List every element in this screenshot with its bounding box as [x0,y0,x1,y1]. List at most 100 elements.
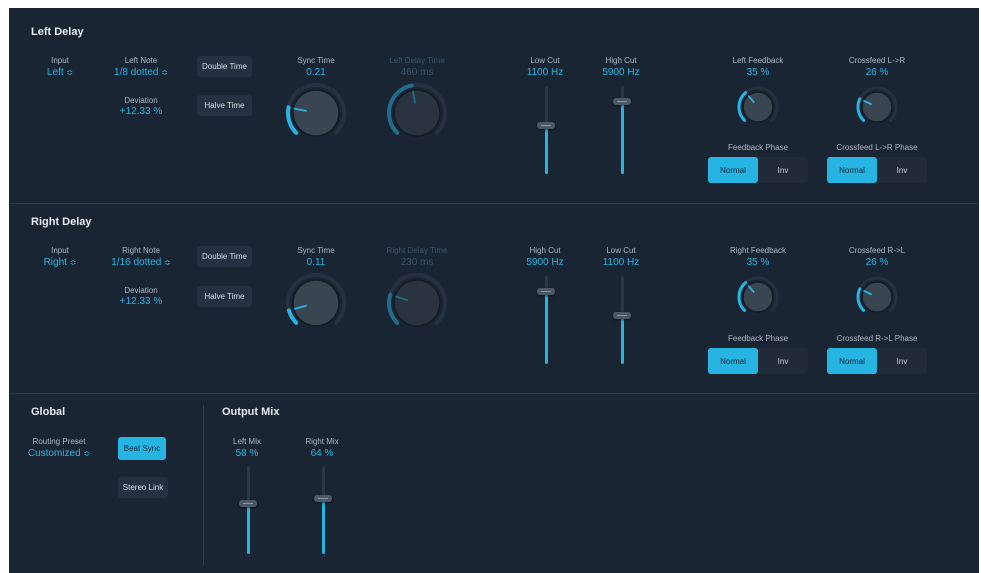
right-sync-time-knob[interactable] [284,271,348,335]
left-halve-time-button[interactable]: Halve Time [197,95,252,116]
crossfeed-lr-phase-label: Crossfeed L->R Phase [836,143,918,152]
updown-caret-icon: ≎ [161,68,168,77]
left-low-cut-slider[interactable] [536,86,556,174]
left-input-label: Input [51,56,69,65]
left-note-value: 1/8 dotted [114,67,159,78]
left-input-value: Left [46,67,64,78]
slider-fill [544,125,548,174]
crossfeed-lr-knob[interactable] [854,84,900,130]
right-high-cut-value: 5900 Hz [526,257,564,268]
global-title: Global [31,406,66,418]
left-delay-time-label: Left Delay Time [389,56,445,65]
left-input-select[interactable]: Left ≎ [47,67,73,78]
section-divider [9,393,979,394]
right-mix-slider[interactable] [313,466,333,554]
right-high-cut-label: High Cut [529,246,561,255]
left-mix-label: Left Mix [232,437,262,446]
right-delay-time-knob[interactable] [385,271,449,335]
crossfeed-lr-phase-inv[interactable]: Inv [877,157,927,183]
beat-sync-button[interactable]: Beat Sync [118,437,166,460]
left-feedback-phase-inv[interactable]: Inv [758,157,808,183]
slider-fill [620,101,624,174]
slider-thumb[interactable] [537,288,555,295]
left-feedback-value: 35 % [746,67,770,78]
knob-body [292,279,340,327]
crossfeed-lr-phase-normal[interactable]: Normal [827,157,877,183]
stereo-link-button[interactable]: Stereo Link [118,477,168,498]
right-feedback-phase-switch[interactable]: Normal Inv [708,348,808,374]
slider-thumb[interactable] [239,499,257,507]
left-high-cut-slider[interactable] [612,86,632,174]
crossfeed-rl-value: 26 % [865,257,889,268]
knob-body [742,281,774,313]
crossfeed-rl-knob[interactable] [854,274,900,320]
knob-body [742,91,774,123]
knob-body [861,91,893,123]
slider-fill [620,315,624,364]
right-feedback-phase-normal[interactable]: Normal [708,348,758,374]
right-mix-value: 64 % [310,448,334,459]
right-delay-time-label: Right Delay Time [386,246,448,255]
left-feedback-knob[interactable] [735,84,781,130]
right-low-cut-label: Low Cut [606,246,636,255]
right-sync-time-value: 0.11 [306,257,326,268]
right-high-cut-slider[interactable] [536,276,556,364]
left-mix-value: 58 % [235,448,259,459]
right-input-value: Right [43,257,67,268]
right-low-cut-slider[interactable] [612,276,632,364]
crossfeed-lr-phase-switch[interactable]: Normal Inv [827,157,927,183]
left-feedback-phase-normal[interactable]: Normal [708,157,758,183]
left-sync-time-label: Sync Time [297,56,335,65]
right-feedback-knob[interactable] [735,274,781,320]
right-note-select[interactable]: 1/16 dotted ≎ [111,257,171,268]
routing-preset-label: Routing Preset [32,437,86,446]
right-feedback-phase-label: Feedback Phase [727,334,789,343]
left-low-cut-label: Low Cut [530,56,560,65]
left-high-cut-label: High Cut [605,56,637,65]
routing-preset-select[interactable]: Customized ≎ [28,448,90,459]
slider-thumb[interactable] [613,98,631,105]
right-feedback-phase-inv[interactable]: Inv [758,348,808,374]
left-delay-time-knob[interactable] [385,81,449,145]
knob-body [393,89,441,137]
left-note-label: Left Note [124,56,158,65]
left-feedback-label: Left Feedback [732,56,784,65]
right-halve-time-button[interactable]: Halve Time [197,286,252,307]
section-divider [9,203,979,204]
right-input-label: Input [51,246,69,255]
crossfeed-rl-phase-inv[interactable]: Inv [877,348,927,374]
slider-thumb[interactable] [314,494,332,502]
right-input-select[interactable]: Right ≎ [44,257,77,268]
vertical-divider [203,405,204,565]
slider-thumb[interactable] [613,312,631,319]
left-note-select[interactable]: 1/8 dotted ≎ [114,67,168,78]
left-low-cut-value: 1100 Hz [526,67,564,78]
knob-body [292,89,340,137]
knob-body [393,279,441,327]
crossfeed-rl-phase-normal[interactable]: Normal [827,348,877,374]
left-feedback-phase-label: Feedback Phase [727,143,789,152]
routing-preset-value: Customized [27,448,81,459]
left-mix-slider[interactable] [238,466,258,554]
right-feedback-value: 35 % [746,257,770,268]
right-note-value: 1/16 dotted [111,257,162,268]
crossfeed-rl-phase-label: Crossfeed R->L Phase [836,334,918,343]
left-delay-time-value: 460 ms [400,67,434,78]
left-delay-title: Left Delay [31,26,84,38]
left-deviation-label: Deviation [124,96,158,105]
left-deviation-value[interactable]: +12.33 % [120,106,163,117]
crossfeed-rl-phase-switch[interactable]: Normal Inv [827,348,927,374]
left-sync-time-value: 0.21 [306,67,326,78]
right-low-cut-value: 1100 Hz [602,257,640,268]
right-mix-label: Right Mix [305,437,339,446]
updown-caret-icon: ≎ [69,258,77,267]
crossfeed-lr-label: Crossfeed L->R [848,56,906,65]
right-double-time-button[interactable]: Double Time [197,246,252,267]
crossfeed-lr-value: 26 % [865,67,889,78]
left-sync-time-knob[interactable] [284,81,348,145]
left-double-time-button[interactable]: Double Time [197,56,252,77]
slider-fill [246,502,250,554]
slider-thumb[interactable] [537,122,555,129]
right-deviation-value[interactable]: +12.33 % [120,296,163,307]
left-feedback-phase-switch[interactable]: Normal Inv [708,157,808,183]
